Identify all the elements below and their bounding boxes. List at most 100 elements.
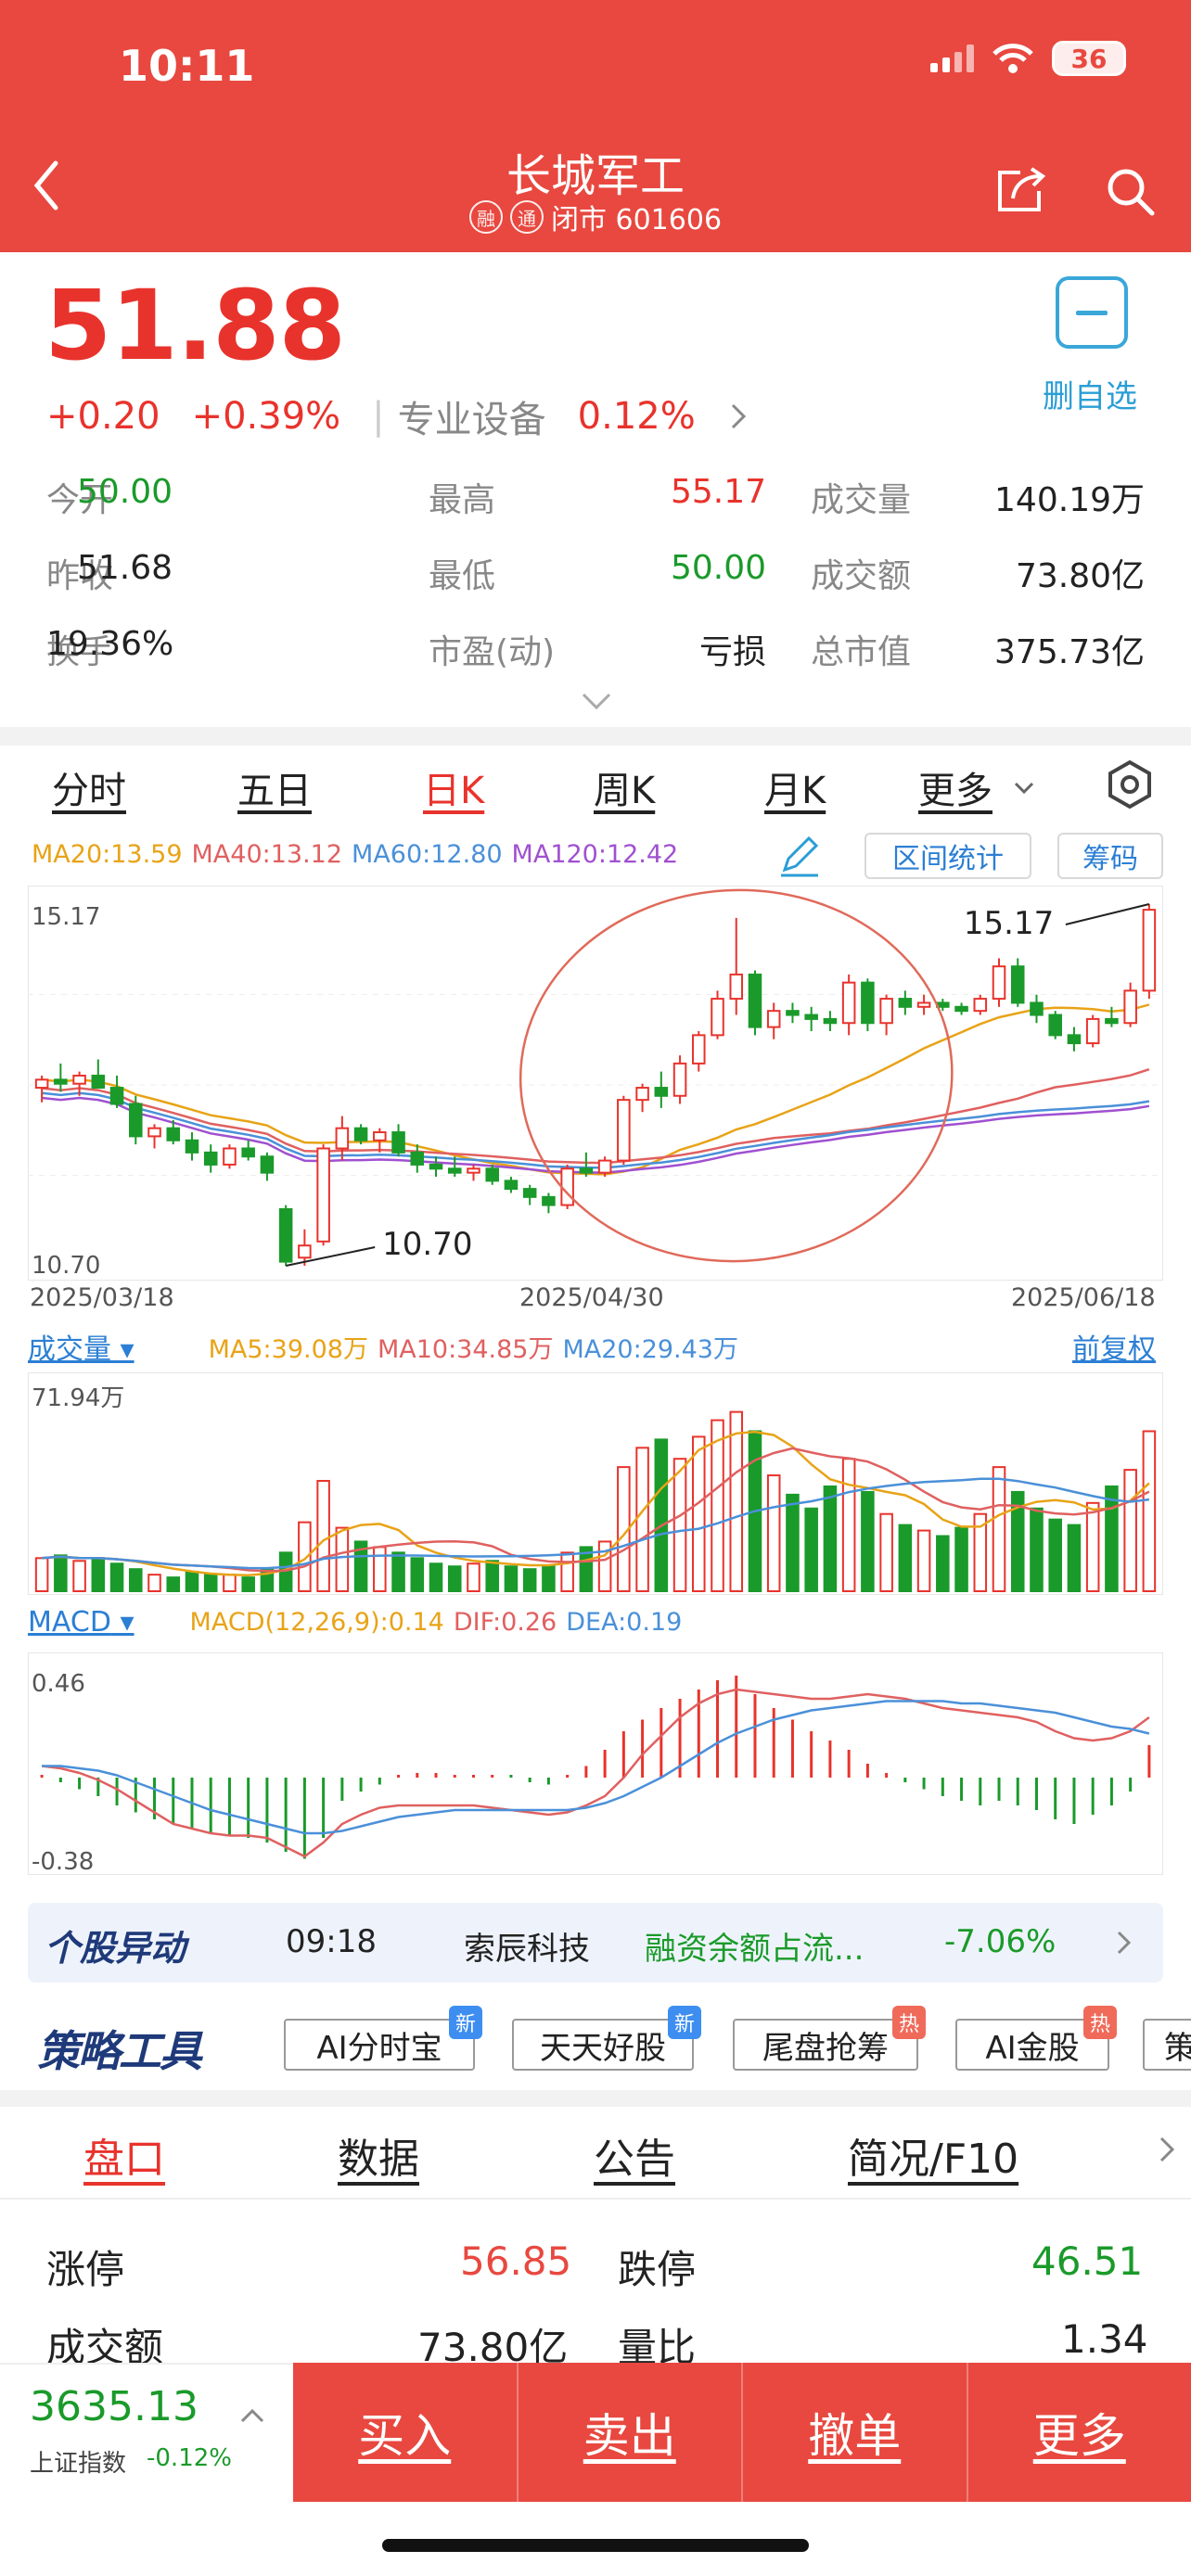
ratio-value: 1.34	[1061, 2316, 1148, 2362]
chips-button[interactable]: 筹码	[1057, 833, 1163, 879]
search-icon[interactable]	[1104, 165, 1156, 217]
range-stats-button[interactable]: 区间统计	[864, 833, 1031, 879]
chart-tab[interactable]: 月K	[764, 760, 826, 814]
candle	[672, 1055, 687, 1104]
high-callout: 15.17	[964, 905, 1054, 942]
volume-bar	[72, 1560, 86, 1593]
chevron-right-icon	[1117, 1931, 1132, 1955]
chevron-right-icon[interactable]	[727, 400, 749, 433]
change-row: +0.20 +0.39% | 专业设备 0.12%	[46, 389, 749, 443]
volume-bar	[1105, 1485, 1119, 1592]
volume-bar	[335, 1526, 350, 1593]
settings-hex-icon[interactable]	[1104, 759, 1156, 810]
remove-watchlist-label[interactable]: 删自选	[1043, 371, 1137, 416]
chip-badge: 热	[1083, 2006, 1117, 2039]
home-indicator	[382, 2539, 809, 2552]
detail-tab[interactable]: 简况/F10	[848, 2125, 1018, 2185]
alert-pct: -7.06%	[944, 1923, 1057, 1960]
volume-bar	[804, 1507, 818, 1593]
chevron-right-icon[interactable]	[1156, 2133, 1178, 2166]
volume-bar	[861, 1490, 875, 1592]
detail-tab[interactable]: 公告	[594, 2125, 675, 2185]
stock-alert-banner[interactable]: 个股异动 09:18 索辰科技 融资余额占流... -7.06%	[28, 1903, 1163, 1983]
date-end: 2025/06/18	[1011, 1283, 1156, 1312]
candle	[1010, 958, 1025, 1007]
strategy-chip[interactable]: AI金股热	[955, 2006, 1117, 2071]
chip-badge: 热	[892, 2006, 926, 2039]
chip-badge: 新	[449, 2006, 482, 2039]
alert-stock: 索辰科技	[464, 1931, 590, 1968]
volume-bar	[635, 1447, 649, 1593]
macd-params: MACD(12,26,9):0.14	[189, 1608, 444, 1637]
volume-bar	[841, 1458, 856, 1593]
y-min-label: 10.70	[32, 1252, 100, 1280]
sector-name[interactable]: 专业设备	[398, 389, 546, 443]
trade-button[interactable]: 撤单	[743, 2363, 968, 2502]
trade-bar: 买入 卖出 撤单 更多	[293, 2363, 1191, 2502]
detail-tabs: 盘口 数据 公告 简况/F10	[0, 2107, 1191, 2200]
vol-ma20: MA20:29.43万	[562, 1334, 738, 1364]
volume-bar	[823, 1485, 838, 1592]
ma120-value: MA120:12.42	[511, 840, 679, 869]
volume-legend: 成交量 ▾ MA5:39.08万 MA10:34.85万 MA20:29.43万	[28, 1326, 738, 1367]
trade-button[interactable]: 更多	[968, 2363, 1191, 2502]
quote-value: 375.73亿	[994, 633, 1145, 671]
ma20-value: MA20:13.59	[32, 840, 183, 869]
trade-button[interactable]: 买入	[293, 2363, 519, 2502]
detail-tab[interactable]: 数据	[338, 2125, 419, 2185]
volume-bar	[485, 1560, 499, 1593]
volume-bar	[223, 1574, 237, 1593]
quote-row: 今开 50.00 最高 55.17 成交量 140.19万	[46, 473, 1145, 549]
strategy-chip-label: AI分时宝	[316, 2029, 442, 2067]
low-callout: 10.70	[382, 1226, 472, 1263]
date-mid: 2025/04/30	[519, 1283, 664, 1312]
candle	[1048, 1011, 1062, 1039]
chart-tab[interactable]: 五日	[237, 760, 312, 814]
strategy-chip[interactable]: 天天好股新	[512, 2006, 701, 2071]
chart-tab[interactable]: 分时	[52, 760, 126, 814]
volume-chart[interactable]: 71.94万	[28, 1372, 1163, 1595]
quote-value: 51.68	[76, 549, 173, 587]
volume-bar	[316, 1480, 330, 1592]
volume-bar	[185, 1571, 199, 1593]
remove-watchlist-button[interactable]	[1056, 276, 1128, 349]
volume-bar	[879, 1512, 893, 1593]
vol-ma5: MA5:39.08万	[208, 1334, 368, 1364]
volume-bar	[467, 1562, 480, 1593]
volume-bar	[729, 1410, 744, 1592]
last-price: 51.88	[45, 269, 346, 382]
candle	[861, 978, 875, 1031]
strategy-tools: AI分时宝新天天好股新尾盘抢筹热 AI金股热策	[0, 2006, 1191, 2072]
index-value: 3635.13	[30, 2383, 198, 2430]
chevron-down-icon	[1014, 782, 1034, 795]
candlestick-chart[interactable]: 15.17 10.70 15.17 10.70	[28, 886, 1163, 1281]
trade-button[interactable]: 卖出	[519, 2363, 743, 2502]
volume-bar	[447, 1565, 462, 1593]
alert-time: 09:18	[286, 1923, 377, 1960]
index-ticker[interactable]: 3635.13 上证指数 -0.12%	[0, 2363, 293, 2502]
strategy-chip[interactable]: 尾盘抢筹热	[733, 2006, 926, 2071]
volume-selector[interactable]: 成交量 ▾	[28, 1326, 134, 1367]
chart-tab[interactable]: 周K	[594, 760, 655, 814]
limit-up-value: 56.85	[460, 2238, 572, 2284]
limit-down-value: 46.51	[1031, 2238, 1144, 2284]
expand-chevron-icon[interactable]	[581, 692, 612, 710]
section-separator	[0, 2090, 1191, 2107]
pencil-icon[interactable]	[777, 833, 822, 879]
volume-bar	[166, 1576, 181, 1593]
chip-badge: 新	[668, 2006, 701, 2039]
candle	[711, 990, 724, 1039]
chart-tab[interactable]: 日K	[423, 760, 484, 814]
strategy-chip[interactable]: AI分时宝新	[284, 2006, 482, 2071]
detail-tab[interactable]: 盘口	[83, 2125, 165, 2185]
volume-bar	[954, 1526, 968, 1593]
chart-tab[interactable]: 更多	[918, 760, 992, 814]
status-time: 10:11	[119, 41, 255, 91]
adjust-button[interactable]: 前复权	[1072, 1326, 1156, 1367]
macd-dea: DEA:0.19	[566, 1608, 683, 1637]
macd-selector[interactable]: MACD ▾	[28, 1606, 134, 1639]
share-icon[interactable]	[992, 163, 1048, 215]
strategy-chip[interactable]: 策	[1143, 2019, 1191, 2071]
limit-row: 涨停 56.85 跌停 46.51	[46, 2238, 1145, 2303]
macd-chart[interactable]: 0.46 -0.38	[28, 1652, 1163, 1875]
